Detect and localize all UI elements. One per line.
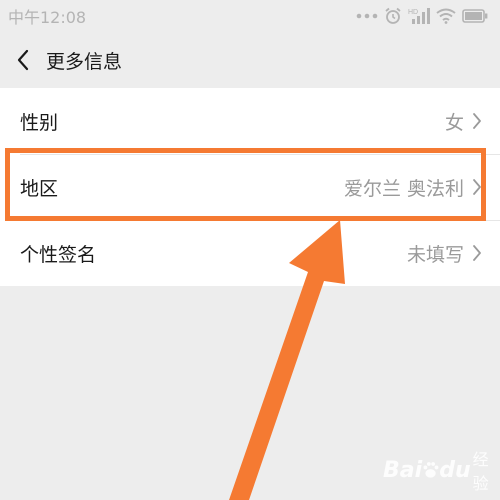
- watermark-part: Bai: [383, 457, 423, 483]
- paw-icon: [423, 462, 439, 478]
- watermark-part: 经验: [472, 450, 489, 493]
- pointer-arrow-icon: [229, 220, 345, 500]
- watermark-logo: Bai du 经验: [383, 446, 500, 494]
- watermark-part: du: [439, 457, 471, 483]
